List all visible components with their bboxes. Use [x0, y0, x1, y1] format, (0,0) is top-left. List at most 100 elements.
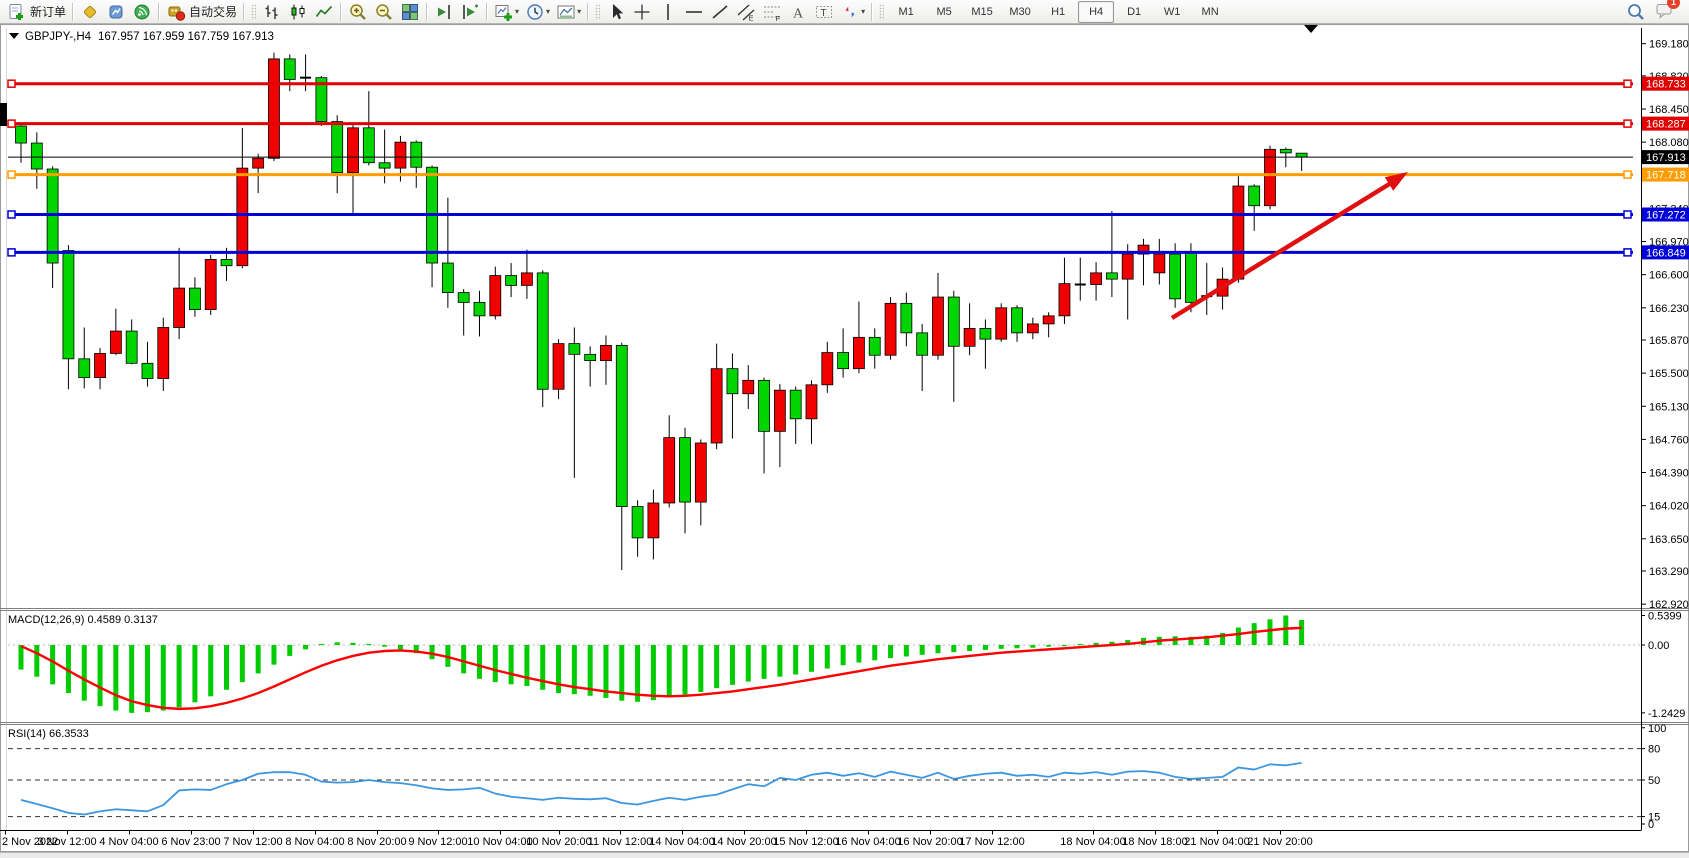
macd-label: MACD(12,26,9) 0.4589 0.3137 — [8, 614, 158, 626]
time-label: 15 Nov 12:00 — [773, 836, 838, 848]
candle-body — [616, 345, 627, 506]
timeframe-m30-button[interactable]: M30 — [1002, 1, 1038, 23]
price-tag-label: 167.718 — [1646, 170, 1686, 182]
zoom-out-button[interactable] — [371, 0, 397, 24]
symbol-label: GBPJPY-,H4 — [25, 31, 92, 43]
chevron-down-icon[interactable]: ▾ — [515, 7, 519, 16]
candle-body — [869, 337, 880, 355]
timeframe-m1-button[interactable]: M1 — [888, 1, 924, 23]
time-label: 10 Nov 04:00 — [467, 836, 532, 848]
time-label: 4 Nov 04:00 — [99, 836, 158, 848]
trendline-button[interactable] — [707, 0, 733, 24]
macd-histogram-bar — [872, 645, 877, 660]
macd-histogram-bar — [1078, 644, 1083, 645]
fibonacci-button[interactable]: F — [759, 0, 785, 24]
toolbar-separator — [243, 3, 245, 21]
candle-body — [774, 390, 785, 431]
partial-candle — [0, 103, 7, 126]
bar-chart-icon — [262, 2, 282, 22]
toolbar-group — [345, 0, 423, 24]
vertical-line-button[interactable] — [655, 0, 681, 24]
candle-body — [379, 163, 390, 168]
toolbar-group: EFAT ▾ — [603, 0, 868, 24]
chart-canvas[interactable]: 169.180168.820168.450168.080167.710167.3… — [0, 24, 1689, 858]
clock-icon — [525, 2, 545, 22]
profiles-button[interactable]: ▾ — [553, 0, 584, 24]
chevron-down-icon[interactable]: ▾ — [861, 7, 865, 16]
auto-scroll-icon — [460, 2, 480, 22]
candle-body — [521, 273, 532, 286]
timeframe-w1-button[interactable]: W1 — [1154, 1, 1190, 23]
new-order-icon — [7, 2, 27, 22]
tile-windows-button[interactable] — [397, 0, 423, 24]
rsi-label: RSI(14) 66.3533 — [8, 728, 89, 740]
tile-windows-icon — [400, 2, 420, 22]
crosshair-button[interactable] — [629, 0, 655, 24]
new-order-button[interactable]: 新订单 — [4, 0, 69, 24]
candle-body — [174, 288, 185, 327]
macd-histogram-bar — [935, 645, 940, 653]
timeframe-d1-button[interactable]: D1 — [1116, 1, 1152, 23]
history-icon — [106, 2, 126, 22]
line-chart-button[interactable] — [311, 0, 337, 24]
macd-histogram-bar — [635, 645, 640, 702]
signal-button[interactable] — [129, 0, 155, 24]
timeframe-h1-button[interactable]: H1 — [1040, 1, 1076, 23]
timeframe-mn-button[interactable]: MN — [1192, 1, 1228, 23]
arrows-button[interactable]: ▾ — [837, 0, 868, 24]
cursor-button[interactable] — [603, 0, 629, 24]
arrows-icon — [840, 2, 860, 22]
line-anchor — [8, 171, 15, 178]
macd-histogram-bar — [762, 645, 767, 679]
candle-body — [126, 331, 137, 363]
new-chart-button[interactable]: ▾ — [491, 0, 522, 24]
auto-trading-button[interactable]: 自动交易 — [163, 0, 240, 24]
search-button[interactable] — [1623, 0, 1649, 24]
text-label-button[interactable]: T — [811, 0, 837, 24]
macd-histogram-bar — [746, 645, 751, 682]
macd-histogram-bar — [98, 645, 103, 706]
time-label: 8 Nov 04:00 — [285, 836, 344, 848]
channel-button[interactable]: E — [733, 0, 759, 24]
candlestick-button[interactable] — [285, 0, 311, 24]
macd-histogram-bar — [493, 645, 498, 682]
horizontal-line-button[interactable] — [681, 0, 707, 24]
candlestick-icon — [288, 2, 308, 22]
price-tag-label: 168.733 — [1646, 79, 1686, 91]
auto-scroll-button[interactable] — [457, 0, 483, 24]
candle-body — [205, 259, 216, 309]
candle-body — [838, 353, 849, 369]
gold-seal-button[interactable] — [77, 0, 103, 24]
chevron-down-icon[interactable]: ▾ — [577, 7, 581, 16]
macd-histogram-bar — [556, 645, 561, 693]
zoom-out-icon — [374, 2, 394, 22]
toolbar-group — [259, 0, 337, 24]
chart-window[interactable]: 169.180168.820168.450168.080167.710167.3… — [0, 24, 1689, 858]
zoom-in-button[interactable] — [345, 0, 371, 24]
timeframe-h4-button[interactable]: H4 — [1078, 1, 1114, 23]
crosshair-icon — [632, 2, 652, 22]
timeframe-m15-button[interactable]: M15 — [964, 1, 1000, 23]
macd-histogram-bar — [524, 645, 529, 686]
text-button[interactable]: A — [785, 0, 811, 24]
notifications-button[interactable]: 1 — [1655, 0, 1675, 23]
timeframe-m5-button[interactable]: M5 — [926, 1, 962, 23]
chart-shift-button[interactable] — [431, 0, 457, 24]
price-tick-label: 162.920 — [1649, 599, 1689, 611]
macd-histogram-bar — [967, 645, 972, 651]
history-button[interactable] — [103, 0, 129, 24]
bar-chart-button[interactable] — [259, 0, 285, 24]
price-tick-label: 169.180 — [1649, 39, 1689, 51]
clock-button[interactable]: ▾ — [522, 0, 553, 24]
candle-body — [711, 369, 722, 443]
gold-seal-icon — [80, 2, 100, 22]
chevron-down-icon[interactable]: ▾ — [546, 7, 550, 16]
auto-trading-icon — [166, 2, 186, 22]
toolbar-separator — [587, 3, 589, 21]
time-label: 18 Nov 04:00 — [1060, 836, 1125, 848]
macd-tick-label: 0.5399 — [1648, 611, 1682, 623]
macd-histogram-bar — [319, 644, 324, 645]
candle-body — [1296, 153, 1307, 157]
macd-histogram-bar — [50, 645, 55, 684]
macd-histogram-bar — [145, 645, 150, 712]
